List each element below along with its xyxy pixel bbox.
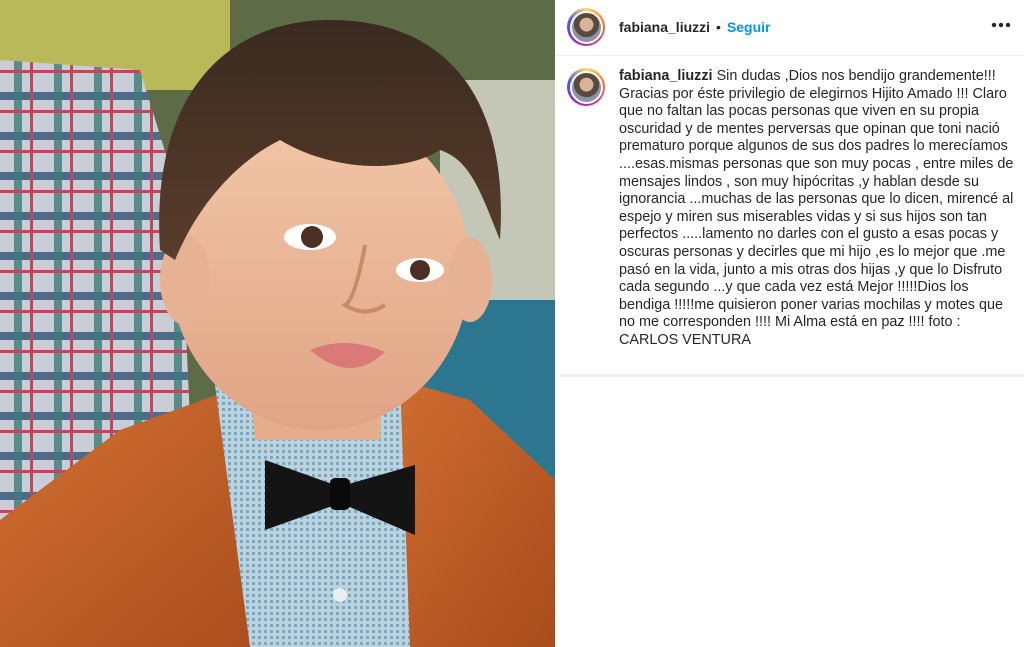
child-portrait-image: [0, 0, 555, 647]
more-horizontal-icon[interactable]: [988, 12, 1014, 38]
post-photo[interactable]: [0, 0, 555, 647]
caption: fabiana_liuzzi Sin dudas ,Dios nos bendij…: [567, 68, 1022, 350]
post-header: fabiana_liuzzi • Seguir: [555, 0, 1024, 54]
caption-avatar[interactable]: [567, 68, 605, 106]
author-avatar[interactable]: [567, 8, 605, 46]
caption-text: fabiana_liuzzi Sin dudas ,Dios nos bendij…: [619, 68, 1022, 350]
author-username[interactable]: fabiana_liuzzi: [619, 19, 710, 35]
caption-username[interactable]: fabiana_liuzzi: [619, 68, 713, 84]
header-divider: [555, 55, 1024, 56]
follow-button[interactable]: Seguir: [727, 19, 771, 35]
post-side-panel: fabiana_liuzzi • Seguir fabiana_liuzzi Si…: [555, 0, 1024, 647]
caption-divider: [560, 374, 1024, 377]
caption-body: Sin dudas ,Dios nos bendijo grandemente!…: [619, 68, 1014, 348]
separator-dot: •: [716, 19, 721, 35]
